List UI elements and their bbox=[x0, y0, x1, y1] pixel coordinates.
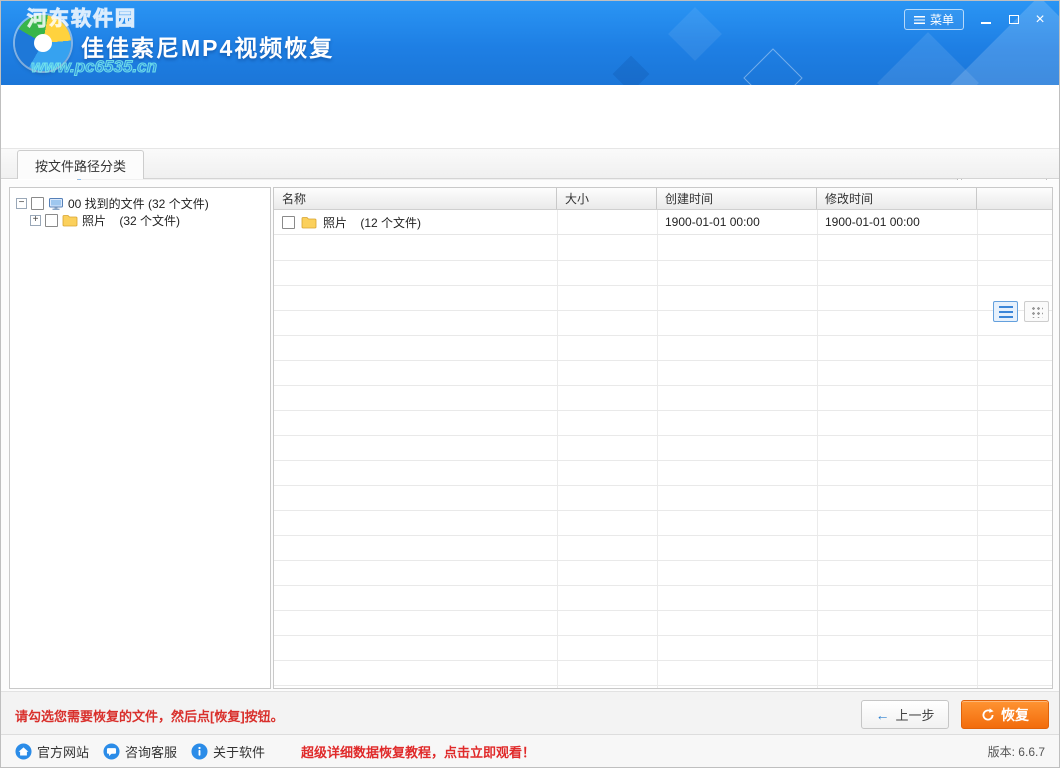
column-header-size[interactable]: 大小 bbox=[557, 188, 657, 209]
tab-bar bbox=[1, 149, 1059, 179]
computer-icon bbox=[48, 197, 64, 211]
row-size bbox=[557, 210, 657, 234]
row-created: 1900-01-01 00:00 bbox=[657, 210, 817, 234]
collapse-toggle-icon[interactable]: − bbox=[16, 198, 27, 209]
tree-item-photos[interactable]: + 照片 (32 个文件) bbox=[10, 212, 270, 229]
decor-cube bbox=[613, 56, 650, 85]
expand-toggle-icon[interactable]: + bbox=[30, 215, 41, 226]
main-content: − 00 找到的文件 (32 个文件) + 照片 (32 个文件) bbox=[1, 180, 1059, 691]
status-bar: 官方网站 咨询客服 关于软件 超级详细数据恢复教程，点击立即观看！ 版本: 6.… bbox=[1, 734, 1059, 767]
action-bar: 请勾选您需要恢复的文件，然后点[恢复]按钮。 ← 上一步 恢复 bbox=[1, 691, 1059, 736]
column-header-modified[interactable]: 修改时间 bbox=[817, 188, 977, 209]
menu-label: 菜单 bbox=[930, 11, 954, 28]
row-name: 照片 (12 个文件) bbox=[323, 214, 421, 231]
decor-cube bbox=[743, 48, 802, 85]
minimize-button[interactable] bbox=[975, 9, 997, 30]
about-software-link[interactable]: 关于软件 bbox=[191, 742, 265, 761]
recover-button[interactable]: 恢复 bbox=[961, 700, 1049, 729]
official-website-link[interactable]: 官方网站 bbox=[15, 742, 89, 761]
tree-photos-checkbox[interactable] bbox=[45, 214, 58, 227]
hamburger-icon bbox=[914, 16, 925, 24]
title-bar: 河东软件园 www.pc6535.cn 佳佳索尼MP4视频恢复 菜单 × bbox=[1, 1, 1059, 85]
grid-view-icon[interactable] bbox=[1024, 301, 1049, 322]
tree-photos-label: 照片 (32 个文件) bbox=[82, 212, 180, 229]
decor-cube bbox=[877, 32, 979, 85]
watermark-site-url: www.pc6535.cn bbox=[31, 57, 157, 77]
home-icon bbox=[15, 743, 32, 760]
table-header: 名称 大小 创建时间 修改时间 bbox=[274, 188, 1052, 210]
customer-service-label: 咨询客服 bbox=[125, 742, 177, 761]
view-toggles bbox=[993, 301, 1049, 322]
tutorial-link[interactable]: 超级详细数据恢复教程，点击立即观看！ bbox=[301, 742, 535, 761]
column-header-name[interactable]: 名称 bbox=[274, 188, 557, 209]
recover-label: 恢复 bbox=[1001, 705, 1029, 725]
tree-item-root[interactable]: − 00 找到的文件 (32 个文件) bbox=[10, 195, 270, 212]
maximize-icon bbox=[1009, 15, 1019, 24]
row-checkbox[interactable] bbox=[282, 216, 295, 229]
decor-cube bbox=[668, 7, 722, 61]
tree-root-label: 00 找到的文件 (32 个文件) bbox=[68, 195, 209, 212]
previous-step-button[interactable]: ← 上一步 bbox=[861, 700, 949, 729]
column-header-created[interactable]: 创建时间 bbox=[657, 188, 817, 209]
version-label: 版本: 6.6.7 bbox=[988, 743, 1045, 760]
watermark-site-name: 河东软件园 bbox=[27, 2, 137, 31]
list-view-icon[interactable] bbox=[993, 301, 1018, 322]
scan-panel: 正在扫描文件，扫描完成后才可以恢复，请耐心等待！ 扫描范围: 128(MB)/6… bbox=[1, 85, 1059, 149]
app-window: 河东软件园 www.pc6535.cn 佳佳索尼MP4视频恢复 菜单 × 正在扫 bbox=[0, 0, 1060, 768]
chat-icon bbox=[103, 743, 120, 760]
tree-root-checkbox[interactable] bbox=[31, 197, 44, 210]
customer-service-link[interactable]: 咨询客服 bbox=[103, 742, 177, 761]
minimize-icon bbox=[981, 22, 991, 24]
empty-grid-rows bbox=[274, 236, 1052, 688]
menu-button[interactable]: 菜单 bbox=[904, 9, 964, 30]
left-arrow-icon: ← bbox=[875, 707, 889, 723]
tab-by-file-path[interactable]: 按文件路径分类 bbox=[17, 150, 144, 179]
maximize-button[interactable] bbox=[1003, 9, 1025, 30]
folder-icon bbox=[62, 214, 78, 227]
file-list-panel: 名称 大小 创建时间 修改时间 照片 (12 个文件) 1900-01-01 0… bbox=[273, 187, 1053, 689]
info-icon bbox=[191, 743, 208, 760]
row-modified: 1900-01-01 00:00 bbox=[817, 210, 977, 234]
table-row[interactable]: 照片 (12 个文件) 1900-01-01 00:00 1900-01-01 … bbox=[274, 210, 1052, 235]
previous-step-label: 上一步 bbox=[895, 705, 934, 724]
recover-refresh-icon bbox=[981, 708, 995, 722]
official-website-label: 官方网站 bbox=[37, 742, 89, 761]
recover-hint-text: 请勾选您需要恢复的文件，然后点[恢复]按钮。 bbox=[15, 706, 284, 725]
about-software-label: 关于软件 bbox=[213, 742, 265, 761]
column-header-blank bbox=[977, 188, 1052, 209]
folder-tree-panel: − 00 找到的文件 (32 个文件) + 照片 (32 个文件) bbox=[9, 187, 271, 689]
close-button[interactable]: × bbox=[1029, 9, 1051, 30]
folder-icon bbox=[301, 216, 317, 229]
